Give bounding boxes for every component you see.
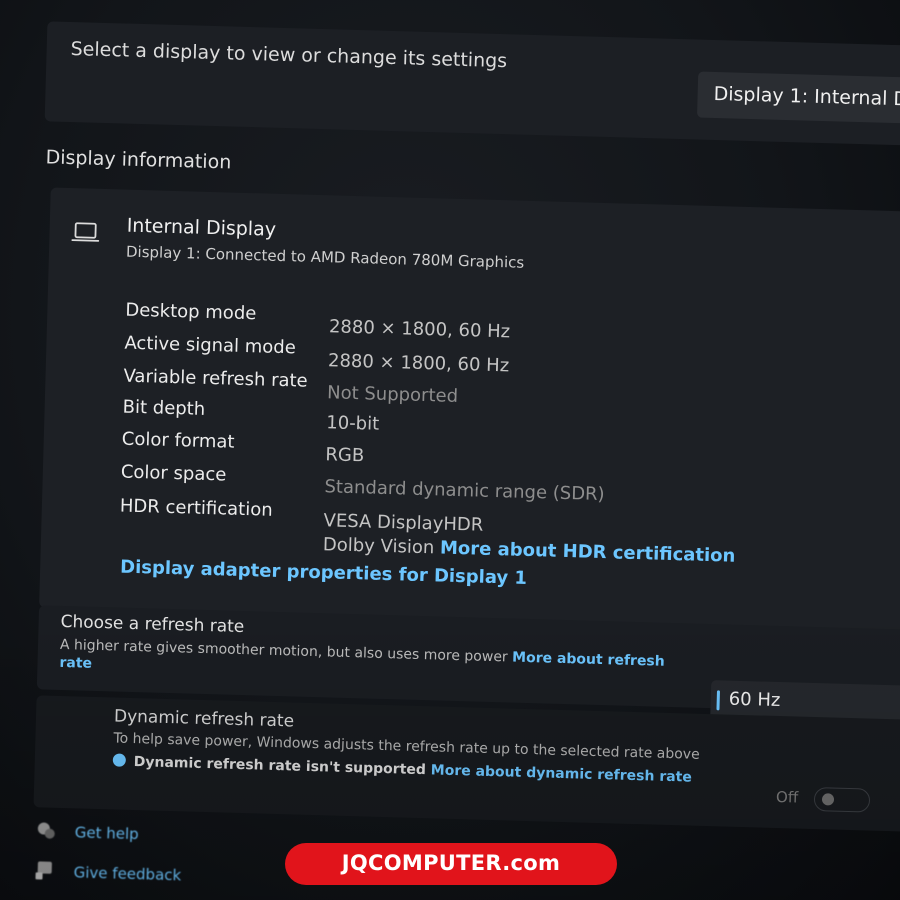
dynamic-refresh-toggle[interactable] bbox=[813, 787, 871, 813]
value-color-format: RGB bbox=[325, 444, 365, 467]
value-bit-depth: 10-bit bbox=[326, 412, 380, 435]
value-hdr-vesa: VESA DisplayHDR bbox=[323, 510, 484, 536]
value-variable-refresh-rate: Not Supported bbox=[326, 382, 459, 407]
give-feedback-label: Give feedback bbox=[73, 863, 182, 885]
display-name: Internal Display bbox=[126, 214, 277, 241]
label-desktop-mode: Desktop mode bbox=[125, 299, 257, 325]
help-icon bbox=[37, 822, 55, 839]
label-color-space: Color space bbox=[120, 461, 227, 486]
label-hdr-certification: HDR certification bbox=[119, 495, 273, 521]
label-color-format: Color format bbox=[121, 428, 235, 453]
laptop-icon bbox=[71, 222, 100, 242]
display-selector-dropdown[interactable]: Display 1: Internal Di bbox=[696, 71, 900, 125]
settings-screen: Select a display to view or change its s… bbox=[0, 0, 900, 900]
watermark-badge: JQCOMPUTER.com bbox=[285, 843, 617, 885]
get-help-link[interactable]: Get help bbox=[35, 819, 140, 844]
dynamic-refresh-toggle-label: Off bbox=[775, 787, 799, 807]
info-icon bbox=[112, 753, 127, 767]
give-feedback-link[interactable]: Give feedback bbox=[33, 859, 181, 885]
value-hdr-dolby: Dolby Vision bbox=[322, 534, 435, 559]
feedback-icon bbox=[35, 861, 52, 880]
settings-content: Select a display to view or change its s… bbox=[0, 0, 900, 900]
get-help-label: Get help bbox=[74, 823, 139, 844]
label-bit-depth: Bit depth bbox=[122, 396, 206, 420]
section-title-display-information: Display information bbox=[45, 146, 232, 174]
